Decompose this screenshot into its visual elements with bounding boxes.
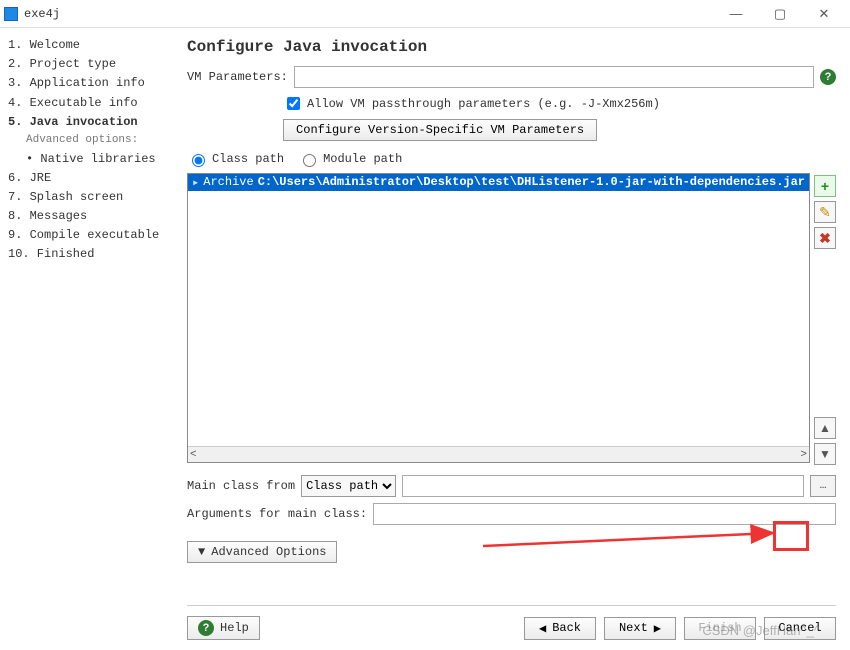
classpath-entry[interactable]: ▸ Archive C:\Users\Administrator\Desktop…	[188, 174, 809, 191]
step-messages[interactable]: 8. Messages	[8, 207, 169, 226]
step-splash-screen[interactable]: 7. Splash screen	[8, 188, 169, 207]
help-icon-small: ?	[198, 620, 214, 636]
add-entry-button[interactable]: +	[814, 175, 836, 197]
scroll-right-icon[interactable]: >	[800, 449, 807, 461]
arrow-right-icon: ▶	[654, 621, 661, 636]
step-project-type[interactable]: 2. Project type	[8, 55, 169, 74]
cancel-button[interactable]: Cancel	[764, 617, 836, 640]
chevron-down-icon: ▼	[198, 545, 205, 559]
main-class-label: Main class from	[187, 479, 295, 493]
radio-modulepath[interactable]: Module path	[298, 151, 402, 167]
help-button[interactable]: ? Help	[187, 616, 260, 640]
horizontal-scrollbar[interactable]: < >	[188, 446, 809, 462]
passthrough-label: Allow VM passthrough parameters (e.g. -J…	[307, 97, 660, 111]
edit-entry-button[interactable]: ✎	[814, 201, 836, 223]
radio-classpath[interactable]: Class path	[187, 151, 284, 167]
step-jre[interactable]: 6. JRE	[8, 169, 169, 188]
sidebar-watermark: exe4j	[0, 518, 6, 638]
chevron-right-icon: ▸	[192, 175, 199, 190]
finish-button[interactable]: Finish	[684, 617, 756, 640]
advanced-options-label: Advanced options:	[8, 132, 169, 150]
passthrough-checkbox[interactable]	[287, 97, 300, 110]
vm-parameters-input[interactable]	[294, 66, 814, 88]
arguments-label: Arguments for main class:	[187, 507, 367, 521]
step-executable-info[interactable]: 4. Executable info	[8, 94, 169, 113]
configure-version-specific-button[interactable]: Configure Version-Specific VM Parameters	[283, 119, 597, 141]
scroll-left-icon[interactable]: <	[190, 449, 197, 461]
minimize-button[interactable]: —	[714, 0, 758, 28]
main-class-input[interactable]	[402, 475, 804, 497]
page-heading: Configure Java invocation	[187, 38, 836, 56]
classpath-listbox[interactable]: ▸ Archive C:\Users\Administrator\Desktop…	[187, 173, 810, 463]
step-application-info[interactable]: 3. Application info	[8, 74, 169, 93]
back-button[interactable]: ◀ Back	[524, 617, 596, 640]
step-java-invocation[interactable]: 5. Java invocation	[8, 113, 169, 132]
main-class-source-select[interactable]: Class path	[301, 475, 396, 497]
move-up-button[interactable]: ▲	[814, 417, 836, 439]
entry-path: C:\Users\Administrator\Desktop\test\DHLi…	[258, 175, 805, 190]
browse-main-class-button[interactable]: …	[810, 475, 836, 497]
radio-classpath-input[interactable]	[192, 154, 205, 167]
app-icon	[4, 7, 18, 21]
wizard-sidebar: 1. Welcome 2. Project type 3. Applicatio…	[0, 28, 173, 650]
maximize-button[interactable]: ▢	[758, 0, 802, 28]
path-mode-group: Class path Module path	[187, 151, 836, 167]
next-button[interactable]: Next ▶	[604, 617, 676, 640]
help-icon[interactable]: ?	[820, 69, 836, 85]
step-welcome[interactable]: 1. Welcome	[8, 36, 169, 55]
window-title: exe4j	[24, 7, 60, 21]
titlebar: exe4j — ▢ ✕	[0, 0, 850, 28]
entry-type: Archive	[203, 175, 253, 190]
content-pane: Configure Java invocation VM Parameters:…	[173, 28, 850, 650]
delete-entry-button[interactable]: ✖	[814, 227, 836, 249]
close-button[interactable]: ✕	[802, 0, 846, 28]
substep-native-libraries[interactable]: • Native libraries	[8, 150, 169, 169]
arguments-input[interactable]	[373, 503, 836, 525]
radio-modulepath-input[interactable]	[303, 154, 316, 167]
move-down-button[interactable]: ▼	[814, 443, 836, 465]
step-compile-executable[interactable]: 9. Compile executable	[8, 226, 169, 245]
vm-parameters-label: VM Parameters:	[187, 70, 288, 84]
step-finished[interactable]: 10. Finished	[8, 245, 169, 264]
advanced-options-button[interactable]: ▼ Advanced Options	[187, 541, 337, 563]
arrow-left-icon: ◀	[539, 621, 546, 636]
